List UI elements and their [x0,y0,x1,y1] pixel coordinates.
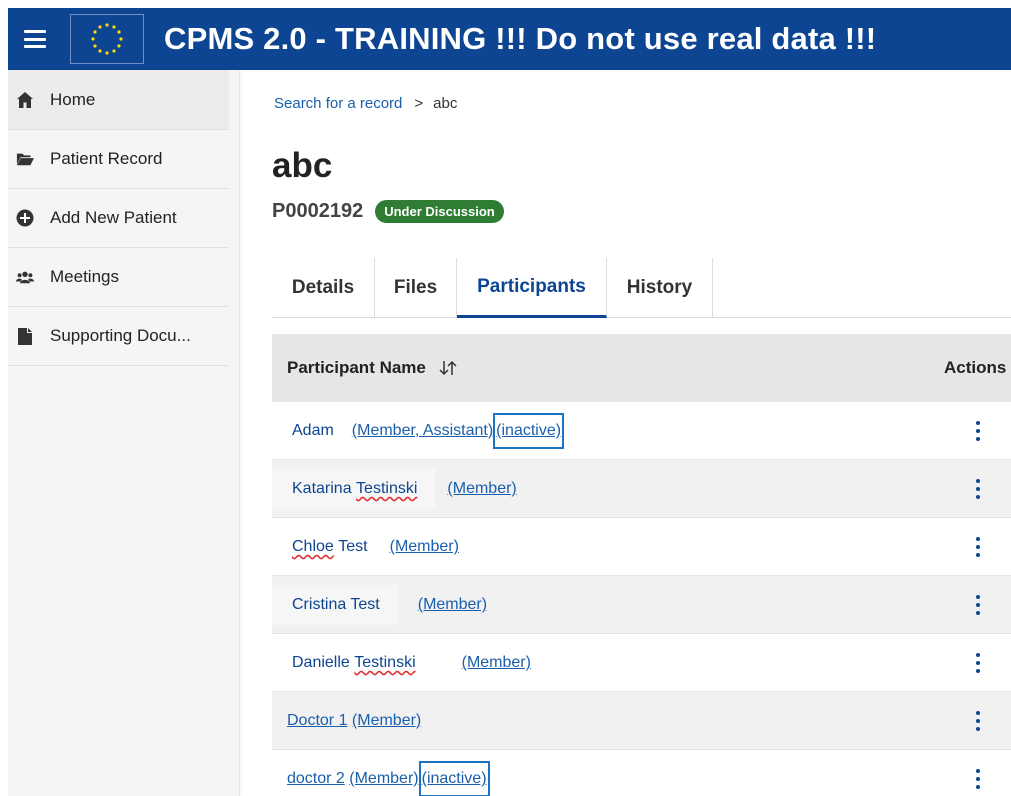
column-header-label: Participant Name [287,358,426,377]
folder-open-icon [16,150,34,168]
participant-role-link[interactable]: (Member) [349,770,418,788]
participant-role-link[interactable]: (Member) [390,538,459,556]
inactive-flag-link[interactable]: (inactive) [418,761,490,796]
participant-name[interactable]: Chloe Test [272,527,376,567]
table-row: Cristina Test (Member) [272,576,1011,634]
breadcrumb: Search for a record > abc [274,95,457,112]
participant-cell: Danielle Testinski (Member) [272,634,531,692]
sidebar-item-label: Meetings [50,267,119,286]
participant-cell: Chloe Test (Member) [272,518,459,576]
more-actions-icon[interactable] [975,769,981,789]
sidebar-item-label: Home [50,89,96,109]
table-row: Danielle Testinski (Member) [272,634,1011,692]
document-icon [16,327,34,345]
tab-details[interactable]: Details [272,258,375,318]
table-header: Participant Name Actions [272,334,1011,402]
breadcrumb-current: abc [433,95,458,112]
more-actions-icon[interactable] [975,421,981,441]
participant-role-link[interactable]: (Member) [447,480,516,498]
participant-cell: Cristina Test (Member) [272,576,487,634]
tab-files[interactable]: Files [375,258,457,318]
more-actions-icon[interactable] [975,711,981,731]
participant-name[interactable]: Cristina Test [272,585,398,625]
sidebar: Home Patient Record Add New Patient Meet… [8,70,240,796]
participant-cell: doctor 2 (Member) (inactive) [272,750,490,796]
home-icon [16,91,34,109]
table-row: doctor 2 (Member) (inactive) [272,750,1011,796]
table-row: Katarina Testinski (Member) [272,460,1011,518]
sidebar-item-label: Supporting Docu... [50,326,191,345]
table-row: Adam (Member, Assistant) (inactive) [272,402,1011,460]
more-actions-icon[interactable] [975,537,981,557]
users-icon [16,268,34,286]
participant-role-link[interactable]: (Member) [418,596,487,614]
column-header-participant-name[interactable]: Participant Name [287,358,458,378]
breadcrumb-separator: > [414,95,424,112]
participant-last-name: Test [338,538,368,555]
participant-name-link[interactable]: doctor 2 [287,770,345,788]
page-title: abc [272,146,333,185]
participant-role-link[interactable]: (Member) [462,654,531,672]
more-actions-icon[interactable] [975,653,981,673]
table-row: Chloe Test (Member) [272,518,1011,576]
participant-first-name: Chloe [292,538,334,555]
hamburger-menu-button[interactable] [8,8,62,70]
participant-role-link[interactable]: (Member, Assistant) [352,422,493,440]
participant-name[interactable]: Danielle Testinski [272,643,434,683]
table-row: Doctor 1 (Member) [272,692,1011,750]
participant-role-link[interactable]: (Member) [352,712,421,730]
sidebar-item-home[interactable]: Home [8,70,229,130]
participant-name-link[interactable]: Doctor 1 [287,712,347,730]
eu-flag-logo [70,14,144,64]
more-actions-icon[interactable] [975,595,981,615]
sidebar-item-patient-record[interactable]: Patient Record [8,130,229,189]
participant-cell: Adam (Member, Assistant) (inactive) [272,402,565,460]
top-bar: CPMS 2.0 - TRAINING !!! Do not use real … [8,8,1011,70]
sidebar-item-label: Add New Patient [50,208,177,227]
participant-last-name: Testinski [354,654,416,671]
sort-icon[interactable] [438,360,458,376]
inactive-flag-link[interactable]: (inactive) [493,413,565,449]
participant-name-text: Cristina Test [292,596,380,613]
participant-name[interactable]: Katarina Testinski [272,469,436,509]
plus-circle-icon [16,209,34,227]
status-badge: Under Discussion [375,200,504,223]
record-id-row: P0002192 Under Discussion [272,200,504,223]
sidebar-item-add-new-patient[interactable]: Add New Patient [8,189,229,248]
participant-last-name: Testinski [356,480,418,497]
tab-history[interactable]: History [607,258,713,318]
hamburger-icon [24,30,46,48]
sidebar-item-supporting-documents[interactable]: Supporting Docu... [8,307,229,366]
participant-first-name: Danielle [292,654,350,671]
record-tabs: Details Files Participants History [272,258,1011,318]
participant-name[interactable]: Adam [272,411,352,451]
column-header-actions: Actions [944,358,1007,377]
more-actions-icon[interactable] [975,479,981,499]
tab-participants[interactable]: Participants [457,258,607,318]
record-id: P0002192 [272,200,364,222]
participant-first-name: Katarina [292,480,352,497]
app-title: CPMS 2.0 - TRAINING !!! Do not use real … [164,21,877,56]
participant-name-text: Adam [292,422,334,439]
sidebar-item-meetings[interactable]: Meetings [8,248,229,307]
sidebar-item-label: Patient Record [50,149,163,168]
participant-cell: Doctor 1 (Member) [272,692,421,750]
participant-cell: Katarina Testinski (Member) [272,460,517,518]
breadcrumb-link-search[interactable]: Search for a record [274,95,402,112]
participants-table: Participant Name Actions Adam (Member, A… [272,334,1011,796]
